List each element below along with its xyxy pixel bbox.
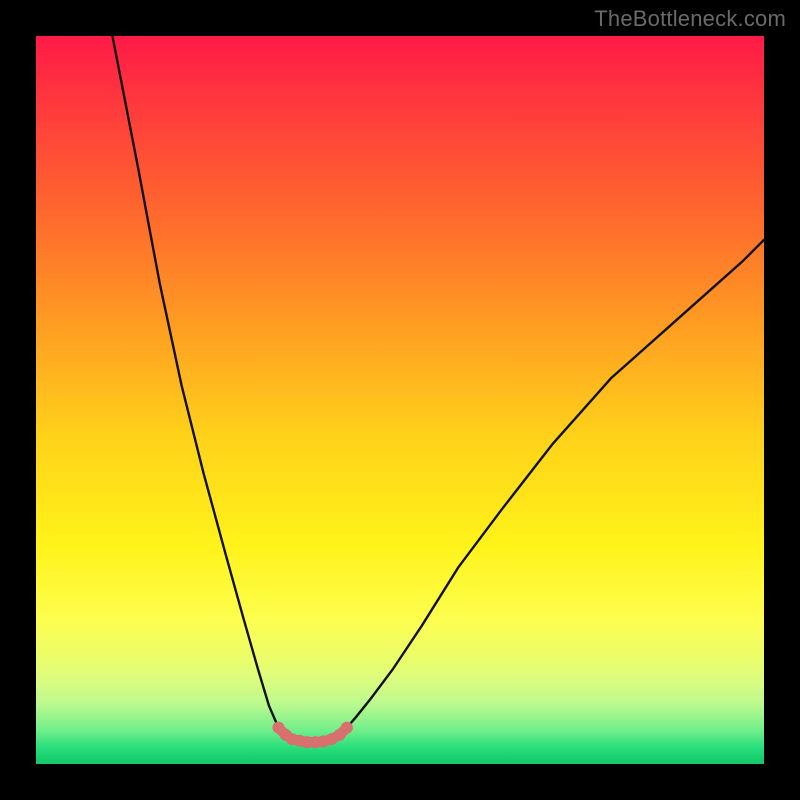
- valley-marker: [341, 722, 353, 734]
- curve-group: [112, 36, 764, 742]
- curve-svg: [36, 36, 764, 764]
- marker-group: [272, 722, 352, 749]
- watermark-text: TheBottleneck.com: [594, 6, 786, 32]
- bottleneck-curve: [112, 36, 764, 742]
- plot-area: [36, 36, 764, 764]
- chart-frame: TheBottleneck.com: [0, 0, 800, 800]
